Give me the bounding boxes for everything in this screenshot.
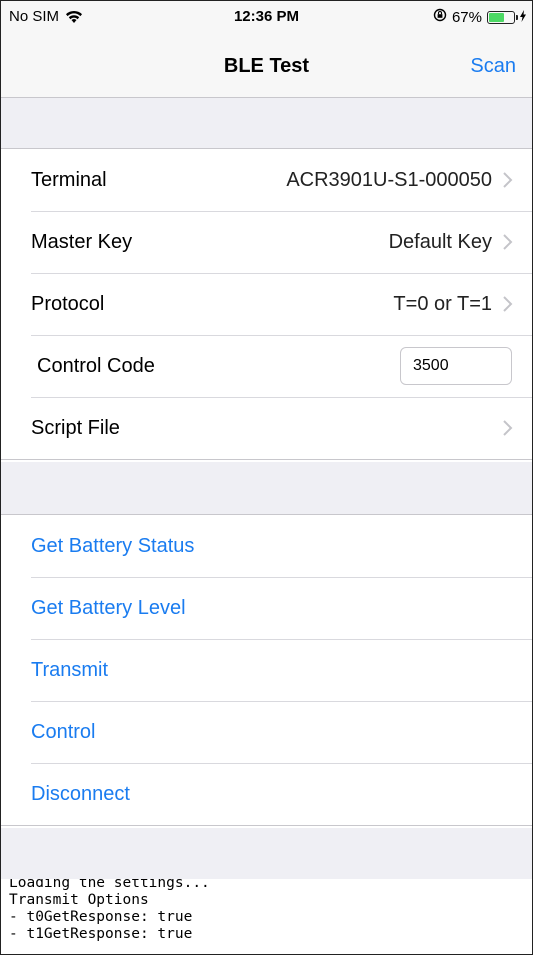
log-line: Loading the settings... [9,879,210,891]
app-screen: No SIM 12:36 PM 67% BLE Test Scan Termin… [0,0,533,955]
script-file-row[interactable]: Script File [1,397,532,459]
chevron-right-icon [503,234,513,250]
protocol-label: Protocol [31,293,105,315]
control-label: Control [31,721,96,743]
chevron-right-icon [503,420,513,436]
transmit-label: Transmit [31,659,109,681]
get-battery-level-label: Get Battery Level [31,597,186,619]
battery-tip [516,14,518,20]
disconnect-label: Disconnect [31,783,130,805]
section-spacer [1,462,532,514]
section-spacer [1,98,532,148]
actions-group: Get Battery Status Get Battery Level Tra… [1,514,532,826]
scan-button[interactable]: Scan [470,55,516,78]
chevron-right-icon [503,296,513,312]
charging-icon [520,9,526,25]
battery-percent: 67% [451,8,482,26]
master-key-row[interactable]: Master Key Default Key [1,211,532,273]
terminal-label: Terminal [31,169,107,191]
orientation-lock-icon [433,8,447,26]
chevron-right-icon [503,172,513,188]
settings-group: Terminal ACR3901U-S1-000050 Master Key D… [1,148,532,460]
battery-icon [487,10,518,24]
get-battery-status-label: Get Battery Status [31,535,195,557]
log-line: Transmit Options [9,892,149,908]
control-button[interactable]: Control [1,701,532,763]
get-battery-status-button[interactable]: Get Battery Status [1,515,532,577]
log-output[interactable]: Loading the settings... Transmit Options… [1,879,532,954]
disconnect-button[interactable]: Disconnect [1,763,532,825]
get-battery-level-button[interactable]: Get Battery Level [1,577,532,639]
navigation-bar: BLE Test Scan [1,33,532,98]
terminal-row[interactable]: Terminal ACR3901U-S1-000050 [1,149,532,211]
protocol-value: T=0 or T=1 [393,293,492,315]
protocol-row[interactable]: Protocol T=0 or T=1 [1,273,532,335]
status-right: 67% [433,8,526,26]
terminal-value: ACR3901U-S1-000050 [286,169,492,191]
section-spacer [1,828,532,879]
control-code-input[interactable] [400,347,512,385]
control-code-label: Control Code [37,355,155,377]
log-line: - t0GetResponse: true [9,909,193,925]
transmit-button[interactable]: Transmit [1,639,532,701]
master-key-value: Default Key [388,231,492,253]
page-title: BLE Test [223,55,310,77]
log-line: - t1GetResponse: true [9,926,193,942]
battery-fill [489,12,504,22]
script-file-label: Script File [31,417,120,439]
status-bar: No SIM 12:36 PM 67% [1,1,532,33]
control-code-row: Control Code [1,335,532,397]
master-key-label: Master Key [31,231,133,253]
